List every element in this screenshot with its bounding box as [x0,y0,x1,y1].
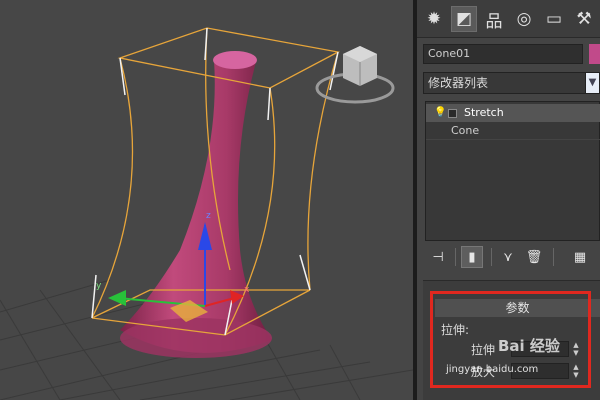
viewport-scene: z y x [0,27,413,400]
z-axis-label: z [206,211,211,221]
chevron-down-icon[interactable]: ▼ [585,72,600,94]
stack-toolbar: ⊣ ▮ ⋎ 🗑 ▦ [425,246,600,268]
configure-sets-icon[interactable]: ▦ [569,246,591,268]
x-axis-label: x [244,285,250,295]
watermark-logo: Bai 经验 [498,337,560,355]
stack-item-cone[interactable]: Cone [426,122,600,140]
make-unique-icon[interactable]: ⋎ [497,246,519,268]
y-axis-label: y [96,281,102,291]
pin-stack-icon[interactable]: ⊣ [427,246,449,268]
modifier-stack[interactable]: 💡 Stretch Cone [425,101,600,241]
motion-tab-icon[interactable]: ◎ [511,6,537,32]
watermark-url: jingyan.baidu.com [446,364,539,375]
show-end-result-icon[interactable]: ▮ [461,246,483,268]
divider [553,248,554,266]
object-color-swatch[interactable] [589,44,600,64]
object-name-field[interactable]: Cone01 [423,44,583,64]
create-tab-icon[interactable]: ✹ [421,6,447,32]
hierarchy-tab-icon[interactable]: 品 [481,6,507,32]
lightbulb-icon[interactable]: 💡 [434,104,446,122]
stack-item-stretch[interactable]: 💡 Stretch [426,104,600,122]
remove-modifier-icon[interactable]: 🗑 [523,246,545,268]
modifier-list-dropdown[interactable]: 修改器列表 [423,72,591,94]
display-tab-icon[interactable]: ▭ [541,6,567,32]
utilities-tab-icon[interactable]: ⚒ [571,6,597,32]
viewcube[interactable] [315,46,395,104]
divider [491,248,492,266]
perspective-viewport[interactable]: z y x [0,0,413,400]
command-panel-tabs: ✹ ◩ 品 ◎ ▭ ⚒ [417,0,600,38]
stack-item-label: Stretch [464,106,504,119]
divider [455,248,456,266]
expand-icon[interactable] [448,109,457,118]
modify-tab-icon[interactable]: ◩ [451,6,477,32]
